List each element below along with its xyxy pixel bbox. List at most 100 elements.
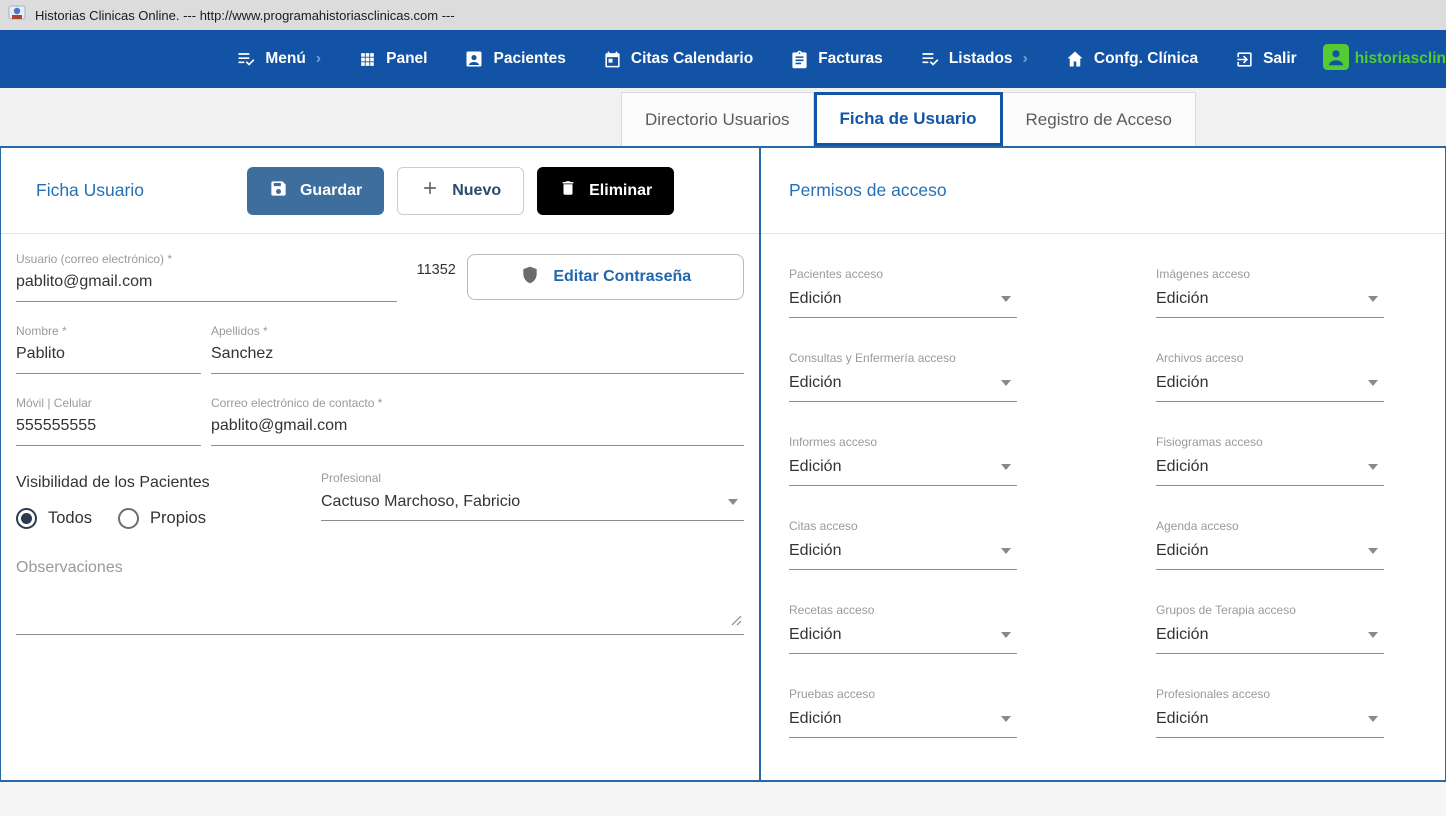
nav-item-menu[interactable]: Menú › [236, 49, 321, 69]
user-name: historiasclin [1355, 50, 1446, 68]
permission-value: Edición [789, 290, 841, 308]
dropdown-arrow-icon [1001, 464, 1011, 470]
app-logo-icon [8, 4, 26, 27]
nombre-field: Nombre * Pablito [16, 324, 201, 374]
delete-button[interactable]: Eliminar [537, 167, 674, 215]
chevron-right-icon: › [316, 50, 321, 68]
radio-button-propios[interactable] [118, 508, 139, 529]
apellidos-input[interactable]: Sanchez [211, 345, 744, 374]
shield-icon [520, 264, 540, 291]
permission-agenda: Agenda acceso Edición [1156, 519, 1384, 570]
permission-dropdown[interactable]: Edición [789, 457, 1017, 486]
tab-registro-de-acceso[interactable]: Registro de Acceso [1003, 92, 1196, 146]
nav-item-label: Facturas [818, 50, 883, 68]
permission-informes: Informes acceso Edición [789, 435, 1017, 486]
apellidos-label: Apellidos * [211, 324, 744, 338]
nombre-label: Nombre * [16, 324, 201, 338]
delete-button-label: Eliminar [589, 182, 652, 200]
permission-dropdown[interactable]: Edición [1156, 457, 1384, 486]
nav-item-pacientes[interactable]: Pacientes [464, 49, 565, 69]
nav-item-facturas[interactable]: Facturas [790, 50, 883, 69]
dropdown-arrow-icon [1368, 632, 1378, 638]
trash-icon [559, 179, 577, 202]
permission-value: Edición [789, 374, 841, 392]
nav-item-confg-clinica[interactable]: Confg. Clínica [1065, 49, 1198, 69]
permission-label: Consultas y Enfermería acceso [789, 351, 1017, 365]
resize-handle-icon[interactable] [730, 613, 742, 631]
profesional-dropdown[interactable]: Cactuso Marchoso, Fabricio [321, 492, 744, 521]
movil-input[interactable]: 555555555 [16, 417, 201, 446]
radio-option-todos[interactable]: Todos [16, 508, 92, 529]
home-icon [1065, 49, 1085, 69]
permission-value: Edición [789, 458, 841, 476]
content-area: Ficha Usuario Guardar Nuevo Eliminar [0, 146, 1446, 782]
usuario-field: Usuario (correo electrónico) * pablito@g… [16, 252, 397, 302]
nav-item-label: Pacientes [493, 50, 565, 68]
nav-items: Menú › Panel Pacientes Citas Calendario … [236, 49, 1296, 69]
record-id: 11352 [417, 262, 462, 278]
nav-item-label: Menú [265, 50, 305, 68]
left-panel-header: Ficha Usuario Guardar Nuevo Eliminar [1, 148, 759, 234]
dropdown-arrow-icon [1368, 296, 1378, 302]
dropdown-arrow-icon [1368, 548, 1378, 554]
nav-item-salir[interactable]: Salir [1235, 50, 1297, 69]
usuario-input[interactable]: pablito@gmail.com [16, 273, 397, 302]
profesional-field: Profesional Cactuso Marchoso, Fabricio [321, 471, 744, 521]
movil-field: Móvil | Celular 555555555 [16, 396, 201, 446]
right-panel-header: Permisos de acceso [761, 148, 1445, 234]
permission-dropdown[interactable]: Edición [789, 709, 1017, 738]
permission-citas: Citas acceso Edición [789, 519, 1017, 570]
grid-icon [358, 50, 377, 69]
save-button[interactable]: Guardar [247, 167, 384, 215]
permission-dropdown[interactable]: Edición [1156, 541, 1384, 570]
dropdown-arrow-icon [728, 499, 738, 505]
radio-button-todos[interactable] [16, 508, 37, 529]
permission-dropdown[interactable]: Edición [1156, 373, 1384, 402]
nav-item-panel[interactable]: Panel [358, 50, 427, 69]
save-icon [269, 179, 288, 203]
logout-icon [1235, 50, 1254, 69]
permission-value: Edición [1156, 626, 1208, 644]
permission-grupos-terapia: Grupos de Terapia acceso Edición [1156, 603, 1384, 654]
radio-label-todos: Todos [48, 509, 92, 528]
nombre-input[interactable]: Pablito [16, 345, 201, 374]
permission-dropdown[interactable]: Edición [1156, 709, 1384, 738]
permission-dropdown[interactable]: Edición [1156, 289, 1384, 318]
permission-pacientes: Pacientes acceso Edición [789, 267, 1017, 318]
permission-label: Grupos de Terapia acceso [1156, 603, 1384, 617]
permission-dropdown[interactable]: Edición [789, 373, 1017, 402]
permission-value: Edición [1156, 542, 1208, 560]
dropdown-arrow-icon [1368, 464, 1378, 470]
permission-label: Pruebas acceso [789, 687, 1017, 701]
observaciones-textarea[interactable] [16, 577, 744, 635]
permission-pruebas: Pruebas acceso Edición [789, 687, 1017, 738]
new-button[interactable]: Nuevo [397, 167, 524, 215]
permissions-grid: Pacientes acceso Edición Imágenes acceso… [761, 234, 1445, 738]
radio-label-propios: Propios [150, 509, 206, 528]
correo-contacto-input[interactable]: pablito@gmail.com [211, 417, 744, 446]
permission-value: Edición [1156, 290, 1208, 308]
user-account-badge[interactable]: historiasclin [1323, 44, 1446, 75]
permission-label: Informes acceso [789, 435, 1017, 449]
permission-value: Edición [789, 626, 841, 644]
observaciones-field: Observaciones [16, 559, 744, 635]
form-action-buttons: Guardar Nuevo Eliminar [247, 167, 674, 215]
dropdown-arrow-icon [1001, 296, 1011, 302]
edit-password-button[interactable]: Editar Contraseña [467, 254, 744, 300]
nav-item-citas-calendario[interactable]: Citas Calendario [603, 50, 753, 69]
dropdown-arrow-icon [1368, 716, 1378, 722]
radio-option-propios[interactable]: Propios [118, 508, 206, 529]
dropdown-arrow-icon [1001, 632, 1011, 638]
tab-directorio-usuarios[interactable]: Directorio Usuarios [621, 92, 814, 146]
permission-value: Edición [1156, 458, 1208, 476]
permission-dropdown[interactable]: Edición [789, 541, 1017, 570]
permission-dropdown[interactable]: Edición [789, 625, 1017, 654]
permission-dropdown[interactable]: Edición [789, 289, 1017, 318]
tab-ficha-de-usuario[interactable]: Ficha de Usuario [814, 92, 1003, 146]
movil-label: Móvil | Celular [16, 396, 201, 410]
permission-dropdown[interactable]: Edición [1156, 625, 1384, 654]
permission-label: Archivos acceso [1156, 351, 1384, 365]
nav-item-listados[interactable]: Listados › [920, 49, 1028, 69]
permission-value: Edición [789, 542, 841, 560]
visibility-radios: Todos Propios [16, 508, 321, 529]
